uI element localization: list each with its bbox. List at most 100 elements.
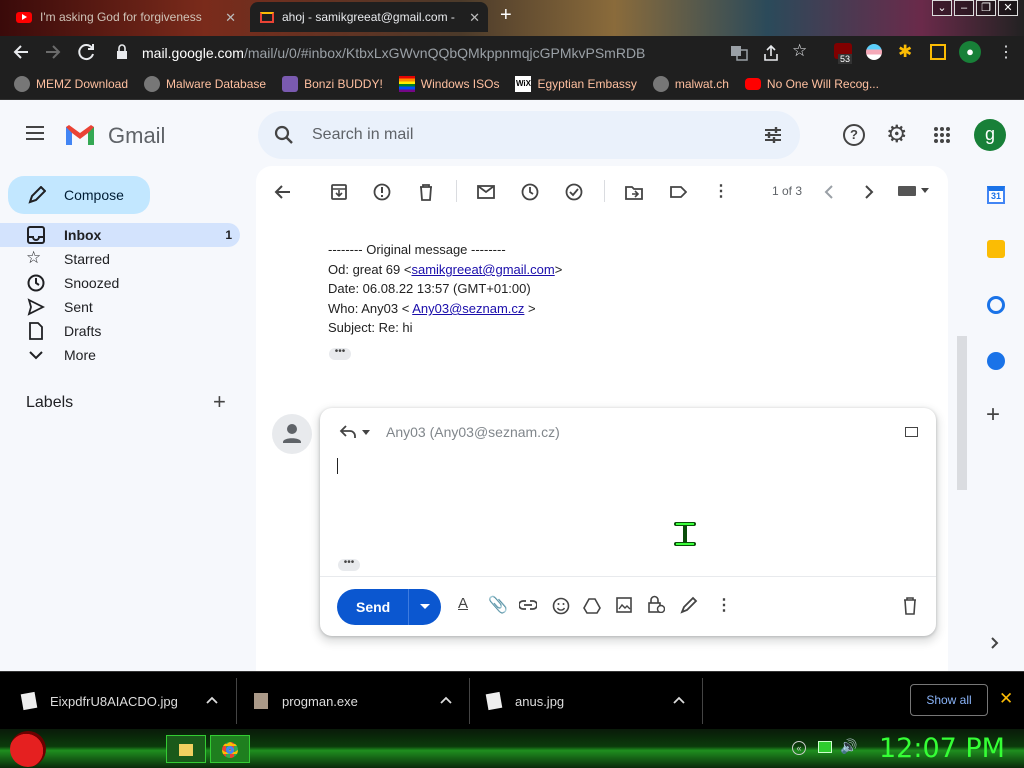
minimize-button[interactable]: –: [954, 0, 974, 16]
confidential-mode-icon[interactable]: [647, 595, 665, 613]
show-all-downloads-button[interactable]: Show all: [910, 684, 988, 716]
close-tab-icon[interactable]: ✕: [469, 10, 480, 26]
popout-icon[interactable]: [905, 427, 918, 437]
tray-app-icon[interactable]: «: [792, 741, 806, 755]
insert-link-icon[interactable]: [519, 598, 537, 612]
compose-button[interactable]: Compose: [8, 176, 150, 214]
account-avatar[interactable]: g: [974, 119, 1006, 151]
sidebar-item-snoozed[interactable]: Snoozed: [0, 271, 240, 295]
profile-avatar[interactable]: ●: [959, 41, 981, 63]
download-options-chevron-icon[interactable]: [206, 696, 218, 704]
show-trimmed-content-button[interactable]: •••: [338, 558, 360, 571]
download-options-chevron-icon[interactable]: [440, 696, 452, 704]
discard-draft-icon[interactable]: [902, 597, 918, 615]
close-shelf-icon[interactable]: ✕: [999, 689, 1013, 709]
taskbar-clock[interactable]: 12:07 PM: [879, 733, 1005, 764]
expand-panel-chevron-icon[interactable]: [990, 636, 1000, 650]
sidebar-item-more[interactable]: More: [0, 343, 240, 367]
report-spam-icon[interactable]: [373, 183, 391, 201]
browser-menu-icon[interactable]: ⋮: [998, 42, 1014, 62]
add-task-icon[interactable]: [565, 183, 585, 201]
send-options-dropdown-icon[interactable]: [420, 604, 430, 609]
close-tab-icon[interactable]: ✕: [225, 10, 236, 26]
bookmark-item[interactable]: Malware Database: [144, 75, 266, 92]
reply-icon[interactable]: [339, 424, 357, 440]
more-actions-icon[interactable]: ⋮: [713, 181, 729, 201]
emoji-icon[interactable]: [552, 597, 570, 615]
search-input[interactable]: Search in mail: [312, 126, 413, 144]
tab-search-icon[interactable]: ⌄: [932, 0, 952, 16]
maximize-button[interactable]: ❐: [976, 0, 996, 16]
search-icon[interactable]: [274, 125, 294, 145]
move-to-icon[interactable]: [625, 183, 643, 201]
scrollbar-thumb[interactable]: [957, 336, 967, 490]
more-options-icon[interactable]: ⋮: [716, 595, 732, 615]
lock-icon[interactable]: [116, 44, 128, 60]
newer-chevron-icon[interactable]: [823, 184, 835, 200]
google-drive-icon[interactable]: [583, 597, 601, 615]
keep-icon[interactable]: [987, 240, 1005, 258]
sidebar-item-inbox[interactable]: Inbox 1: [0, 223, 240, 247]
new-tab-button[interactable]: +: [500, 4, 512, 27]
sidebar-item-starred[interactable]: ☆ Starred: [0, 247, 240, 271]
side-panel-icon[interactable]: [930, 44, 946, 60]
snooze-icon[interactable]: [521, 183, 539, 201]
forward-icon[interactable]: [44, 43, 62, 61]
formatting-options-icon[interactable]: A: [458, 595, 468, 612]
search-bar[interactable]: Search in mail: [258, 111, 800, 159]
calendar-icon[interactable]: 31: [987, 186, 1005, 204]
show-trimmed-content-button[interactable]: •••: [329, 347, 351, 360]
attach-file-icon[interactable]: 📎: [488, 595, 508, 615]
taskbar-explorer-button[interactable]: [166, 735, 206, 763]
bookmark-star-icon[interactable]: ☆: [792, 41, 807, 61]
download-item[interactable]: progman.exe: [254, 672, 444, 730]
reply-recipient[interactable]: Any03 (Any03@seznam.cz): [386, 424, 560, 440]
bookmark-item[interactable]: MEMZ Download: [14, 75, 128, 92]
insert-photo-icon[interactable]: [616, 597, 632, 613]
apps-grid-icon[interactable]: [933, 126, 951, 144]
network-monitor-icon[interactable]: [818, 741, 832, 753]
help-icon[interactable]: ?: [843, 124, 865, 146]
signature-pen-icon[interactable]: [680, 596, 698, 614]
tab-active[interactable]: ahoj - samikgreeat@gmail.com - ✕: [250, 2, 488, 32]
volume-icon[interactable]: 🔊: [840, 738, 857, 755]
from-email-link[interactable]: samikgreeat@gmail.com: [411, 262, 554, 277]
bookmark-item[interactable]: Windows ISOs: [398, 75, 499, 92]
taskbar-chrome-button[interactable]: [210, 735, 250, 763]
who-email-link[interactable]: Any03@seznam.cz: [412, 301, 524, 316]
delete-icon[interactable]: [417, 183, 435, 201]
sidebar-item-drafts[interactable]: Drafts: [0, 319, 240, 343]
bookmark-item[interactable]: malwat.ch: [652, 75, 729, 92]
close-window-button[interactable]: ✕: [998, 0, 1018, 16]
bookmark-item[interactable]: WiX Egyptian Embassy: [515, 75, 637, 92]
contacts-icon[interactable]: [987, 352, 1005, 370]
address-bar[interactable]: mail.google.com/mail/u/0/#inbox/KtbxLxGW…: [142, 40, 722, 66]
older-chevron-icon[interactable]: [863, 184, 875, 200]
archive-icon[interactable]: [330, 183, 348, 201]
bookmark-item[interactable]: No One Will Recog...: [744, 77, 879, 91]
main-menu-icon[interactable]: [26, 126, 44, 140]
sidebar-item-sent[interactable]: Sent: [0, 295, 240, 319]
bookmark-item[interactable]: Bonzi BUDDY!: [282, 75, 383, 92]
download-options-chevron-icon[interactable]: [673, 696, 685, 704]
mark-unread-icon[interactable]: [477, 183, 495, 201]
input-tools-dropdown-icon[interactable]: [921, 188, 929, 193]
translate-icon[interactable]: [730, 44, 748, 62]
back-arrow-icon[interactable]: [274, 183, 292, 201]
start-menu-icon[interactable]: [10, 731, 46, 767]
gmail-logo-icon[interactable]: [64, 123, 96, 147]
keyboard-icon[interactable]: [898, 186, 916, 196]
share-icon[interactable]: [762, 44, 780, 62]
tab-inactive[interactable]: I'm asking God for forgiveness ✕: [6, 2, 244, 32]
download-item[interactable]: anus.jpg: [485, 672, 667, 730]
back-icon[interactable]: [12, 43, 30, 61]
reload-icon[interactable]: [77, 42, 97, 62]
reply-body-input[interactable]: [330, 465, 926, 565]
tasks-icon[interactable]: [987, 296, 1005, 314]
download-item[interactable]: EixpdfrU8AIACDO.jpg: [20, 672, 222, 730]
get-addons-plus-icon[interactable]: +: [986, 403, 1000, 427]
send-button[interactable]: Send: [337, 589, 441, 625]
extensions-puzzle-icon[interactable]: ✱: [898, 42, 912, 62]
label-icon[interactable]: [669, 183, 687, 201]
settings-gear-icon[interactable]: ⚙: [886, 120, 908, 149]
